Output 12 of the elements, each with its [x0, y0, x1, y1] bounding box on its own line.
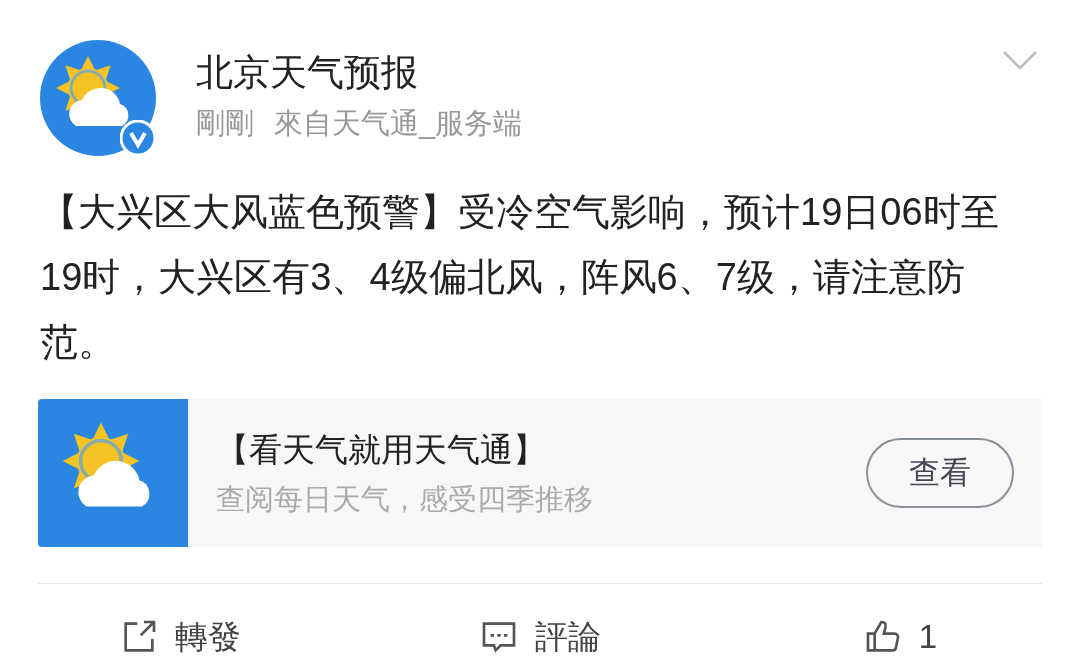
post-time: 剛剛: [196, 106, 254, 141]
post-source: 來自天气通_服务端: [274, 106, 523, 141]
author-name[interactable]: 北京天气预报: [196, 48, 523, 98]
view-button[interactable]: 查看: [866, 438, 1014, 508]
post-body: 【大兴区大风蓝色预警】受冷空气影响，预计19日06时至19时，大兴区有3、4级偏北风，阵风6、7级，请注意防范。: [40, 190, 1000, 365]
card-subtitle: 查阅每日天气，感受四季推移: [216, 482, 593, 517]
like-button[interactable]: 1: [720, 612, 1080, 662]
card-title: 【看天气就用天气通】: [216, 429, 547, 470]
comment-button[interactable]: 評論: [360, 612, 720, 662]
link-card[interactable]: 【看天气就用天气通】 查阅每日天气，感受四季推移 查看: [38, 399, 1042, 547]
share-button[interactable]: 轉發: [0, 612, 360, 662]
chevron-down-icon[interactable]: [1000, 48, 1040, 72]
